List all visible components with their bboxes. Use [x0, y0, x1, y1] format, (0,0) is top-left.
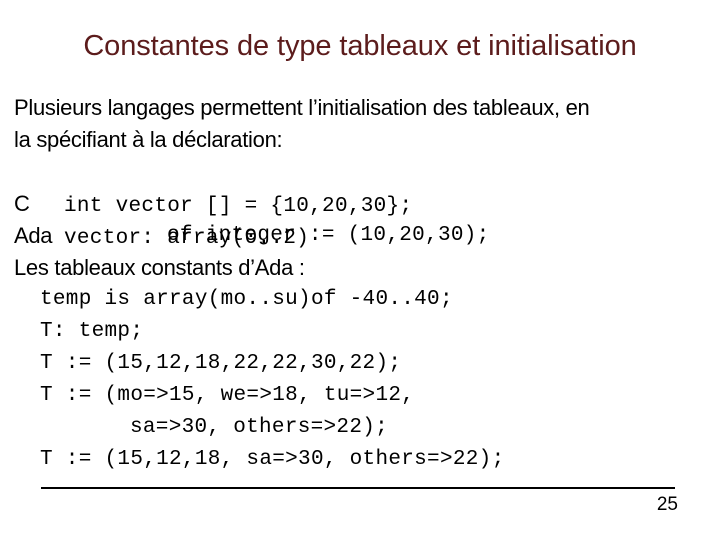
page-title: Constantes de type tableaux et initialis… [83, 30, 637, 62]
ada-example-row: Ada vector: array(0..2) [0, 188, 720, 250]
code-line-named-aggregate: T := (mo=>15, we=>18, tu=>12, [40, 384, 415, 407]
ada-constants-heading: Les tableaux constants d’Ada : [14, 255, 305, 280]
footer-divider [41, 487, 675, 489]
code-line-positional-aggregate: T := (15,12,18,22,22,30,22); [40, 352, 402, 375]
c-example-row: Cint vector [] = {10,20,30}; [0, 156, 720, 218]
intro-line-2: la spécifiant à la déclaration: [14, 127, 283, 152]
intro-line-1: Plusieurs langages permettent l’initiali… [14, 95, 590, 120]
code-line-t-declaration: T: temp; [40, 320, 144, 343]
ada-code-continuation: of integer := (10,20,30); [167, 224, 490, 247]
page-number: 25 [656, 494, 678, 515]
code-line-named-aggregate-continuation: sa=>30, others=>22); [130, 416, 389, 439]
slide-canvas: Constantes de type tableaux et initialis… [0, 0, 720, 540]
code-line-mixed-aggregate: T := (15,12,18, sa=>30, others=>22); [40, 448, 505, 471]
code-line-temp-declaration: temp is array(mo..su)of -40..40; [40, 288, 453, 311]
slide-body: Plusieurs langages permettent l’initiali… [0, 92, 720, 476]
